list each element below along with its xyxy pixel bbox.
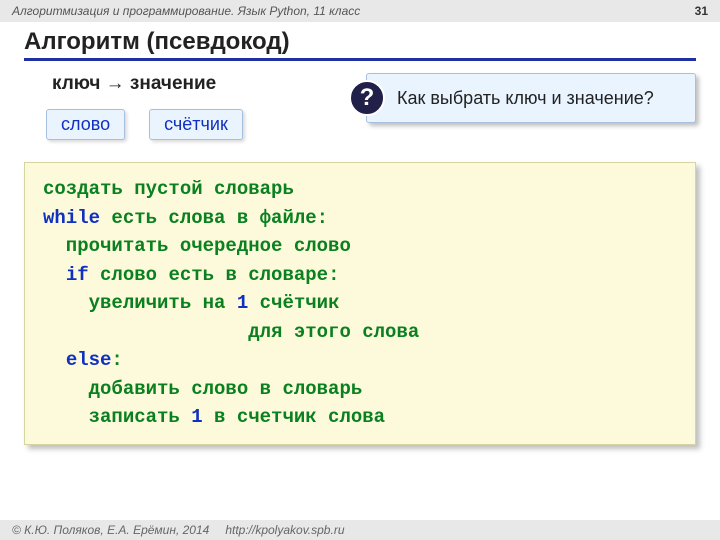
code-indent [43, 264, 66, 286]
question-text: Как выбрать ключ и значение? [397, 88, 654, 109]
page-title: Алгоритм (псевдокод) [24, 28, 696, 56]
code-number: 1 [191, 406, 202, 428]
code-keyword-if: if [66, 264, 89, 286]
pseudocode-box: создать пустой словарь while есть слова … [24, 162, 696, 445]
code-text: увеличить на [43, 292, 237, 314]
code-text: записать [43, 406, 191, 428]
header-bar: Алгоритмизация и программирование. Язык … [0, 0, 720, 22]
top-row: ключ → значение слово счётчик ? Как выбр… [24, 73, 696, 140]
content-area: ключ → значение слово счётчик ? Как выбр… [0, 63, 720, 445]
footer-bar: © К.Ю. Поляков, Е.А. Ерёмин, 2014 http:/… [0, 520, 720, 540]
code-text: счётчик [248, 292, 339, 314]
page-number: 31 [695, 4, 708, 18]
code-line: прочитать очередное слово [43, 235, 351, 257]
course-label: Алгоритмизация и программирование. Язык … [12, 4, 360, 18]
code-number: 1 [237, 292, 248, 314]
code-text: есть слова в файле: [100, 207, 328, 229]
code-text: в счетчик слова [203, 406, 385, 428]
title-area: Алгоритм (псевдокод) [0, 22, 720, 63]
code-keyword-else: else [66, 349, 112, 371]
question-mark-icon: ? [349, 80, 385, 116]
footer-url: http://kpolyakov.spb.ru [225, 523, 344, 537]
question-box: ? Как выбрать ключ и значение? [366, 73, 696, 123]
code-text: слово есть в словаре: [89, 264, 340, 286]
code-keyword-while: while [43, 207, 100, 229]
code-line: для этого слова [43, 321, 419, 343]
code-text: : [111, 349, 122, 371]
tags-row: слово счётчик [46, 109, 366, 140]
copyright-label: © К.Ю. Поляков, Е.А. Ерёмин, 2014 [12, 523, 209, 537]
code-indent [43, 349, 66, 371]
code-line: создать пустой словарь [43, 178, 294, 200]
code-line: добавить слово в словарь [43, 378, 362, 400]
left-column: ключ → значение слово счётчик [24, 73, 366, 140]
tag-value: счётчик [149, 109, 243, 140]
tag-key: слово [46, 109, 125, 140]
title-underline [24, 58, 696, 61]
key-value-label: ключ → значение [52, 73, 366, 95]
